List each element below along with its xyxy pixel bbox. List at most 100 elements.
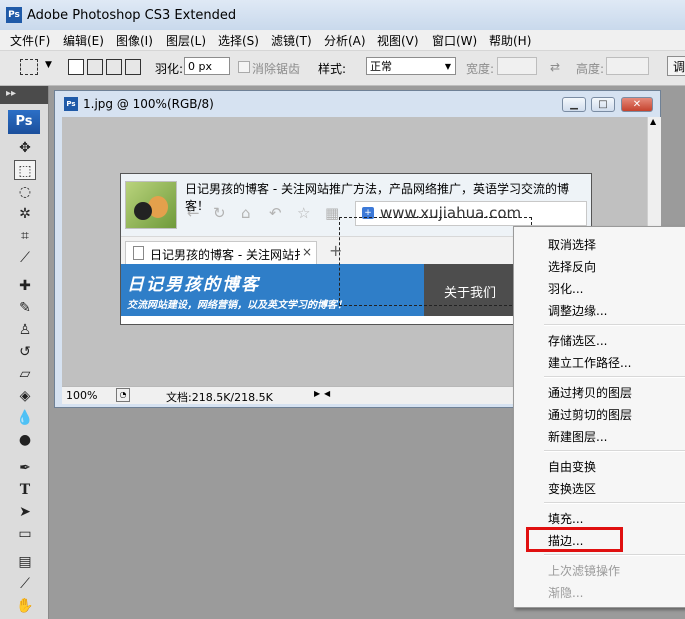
menu-item-layer-via-cut[interactable]: 通过剪切的图层 [548,406,632,423]
banner-title: 日记男孩的博客 [127,275,260,295]
antialias-checkbox[interactable] [238,61,250,73]
menu-item-make-work-path[interactable]: 建立工作路径... [548,354,631,371]
notes-tool-icon[interactable]: ▤ [14,552,36,572]
toolbox: ▸▸ Ps ✥ ⬚ ◌ ✲ ⌗ ⟋ ✚ ✎ ♙ ↺ ▱ ◈ 💧 ● ✒ T ➤ … [0,86,49,619]
menu-file[interactable]: 文件(F) [10,32,50,49]
eyedropper-tool-icon[interactable]: ⟋ [14,574,36,594]
menu-filter[interactable]: 滤镜(T) [271,32,312,49]
marquee-tool-preset-icon[interactable] [20,59,38,75]
menu-item-layer-via-copy[interactable]: 通过拷贝的图层 [548,384,632,401]
status-menu-icon[interactable]: ▶ [314,389,320,398]
menu-item-refine-edge[interactable]: 调整边缘... [548,302,607,319]
reload-icon: ↻ [213,204,226,222]
rectangular-marquee-tool-icon[interactable]: ⬚ [14,160,36,180]
lasso-tool-icon[interactable]: ◌ [14,182,36,202]
browser-tab: 日记男孩的博客 - 关注网站扌 × [125,241,317,265]
healing-brush-tool-icon[interactable]: ✚ [14,276,36,296]
zoom-level[interactable]: 100% [66,389,97,402]
menu-item-inverse[interactable]: 选择反向 [548,258,596,275]
scroll-left-icon[interactable]: ◀ [324,389,330,398]
magic-wand-tool-icon[interactable]: ✲ [14,204,36,224]
menu-layer[interactable]: 图层(L) [166,32,206,49]
clone-stamp-tool-icon[interactable]: ♙ [14,320,36,340]
browser-tab-title: 日记男孩的博客 - 关注网站扌 [150,248,306,262]
slice-tool-icon[interactable]: ⟋ [14,248,36,268]
toolbox-logo: Ps [8,110,40,134]
menu-select[interactable]: 选择(S) [218,32,259,49]
undo-icon: ↶ [269,204,282,222]
style-label: 样式: [318,62,347,76]
document-icon: Ps [64,97,78,111]
menu-separator [544,376,685,378]
paint-bucket-tool-icon[interactable]: ◈ [14,386,36,406]
antialias-label: 消除锯齿 [252,62,301,76]
options-bar: ▼ 羽化: 0 px 消除锯齿 样式: 正常 ▼ 宽度: ⇄ 高度: 调 [0,51,685,86]
document-title: 1.jpg @ 100%(RGB/8) [83,97,214,111]
menu-item-feather[interactable]: 羽化... [548,280,583,297]
menu-edit[interactable]: 编辑(E) [63,32,104,49]
menu-separator [544,324,685,326]
eraser-tool-icon[interactable]: ▱ [14,364,36,384]
grid-icon: ▦ [325,204,340,222]
toolbox-header[interactable]: ▸▸ [0,86,48,104]
marquee-selection[interactable] [339,217,532,306]
blur-tool-icon[interactable]: 💧 [14,408,36,428]
minimize-button[interactable]: ▁ [562,97,586,112]
crop-tool-icon[interactable]: ⌗ [14,226,36,246]
dodge-tool-icon[interactable]: ● [14,430,36,450]
menu-view[interactable]: 视图(V) [377,32,419,49]
intersect-selection-icon[interactable] [125,59,141,75]
type-tool-icon[interactable]: T [14,480,36,500]
banner-subtitle: 交流网站建设，网络营销，以及英文学习的博客！ [127,300,347,311]
cat-shape [134,202,152,220]
new-selection-icon[interactable] [68,59,84,75]
add-to-selection-icon[interactable] [87,59,103,75]
height-input[interactable] [606,57,649,75]
menu-image[interactable]: 图像(I) [116,32,153,49]
document-info: 文档:218.5K/218.5K [166,391,273,404]
menu-item-new-layer[interactable]: 新建图层... [548,428,607,445]
tab-close-icon: × [302,245,313,259]
app-title: Adobe Photoshop CS3 Extended [27,8,237,23]
star-icon: ☆ [297,204,311,222]
menu-item-save-selection[interactable]: 存储选区... [548,332,607,349]
menu-item-fill[interactable]: 填充... [548,510,583,527]
menu-analysis[interactable]: 分析(A) [324,32,366,49]
blog-avatar [125,181,177,229]
menu-item-fade: 渐隐... [548,586,584,600]
height-label: 高度: [576,62,605,76]
photoshop-logo-icon: Ps [6,7,22,23]
scroll-up-icon[interactable]: ▲ [650,117,656,126]
move-tool-icon[interactable]: ✥ [14,138,36,158]
menu-item-free-transform[interactable]: 自由变换 [548,458,596,475]
status-icon[interactable]: ◔ [116,388,130,402]
path-selection-tool-icon[interactable]: ➤ [14,502,36,522]
close-button[interactable]: ✕ [621,97,653,112]
chevron-down-icon[interactable]: ▼ [45,60,52,70]
width-label: 宽度: [466,62,495,76]
style-select-value: 正常 [370,60,392,73]
menu-window[interactable]: 窗口(W) [432,32,477,49]
stroke-highlight-box [526,527,623,552]
pen-tool-icon[interactable]: ✒ [14,458,36,478]
maximize-button[interactable]: □ [591,97,615,112]
menu-separator [544,554,685,556]
history-brush-tool-icon[interactable]: ↺ [14,342,36,362]
brush-tool-icon[interactable]: ✎ [14,298,36,318]
hand-tool-icon[interactable]: ✋ [14,596,36,616]
collapse-icon[interactable]: ▸▸ [6,88,16,99]
swap-icon[interactable]: ⇄ [550,60,560,74]
back-icon: ← [187,204,200,222]
title-bar: Ps Adobe Photoshop CS3 Extended [0,0,685,31]
width-input[interactable] [497,57,537,75]
refine-edge-button[interactable]: 调 [667,56,685,76]
style-select[interactable]: 正常 ▼ [366,57,456,75]
subtract-from-selection-icon[interactable] [106,59,122,75]
feather-label: 羽化: [155,62,184,76]
menu-item-deselect[interactable]: 取消选择 [548,236,596,253]
menu-help[interactable]: 帮助(H) [489,32,531,49]
menu-item-transform-selection[interactable]: 变换选区 [548,480,596,497]
feather-input[interactable]: 0 px [184,57,230,75]
page-icon [133,246,144,260]
rectangle-tool-icon[interactable]: ▭ [14,524,36,544]
